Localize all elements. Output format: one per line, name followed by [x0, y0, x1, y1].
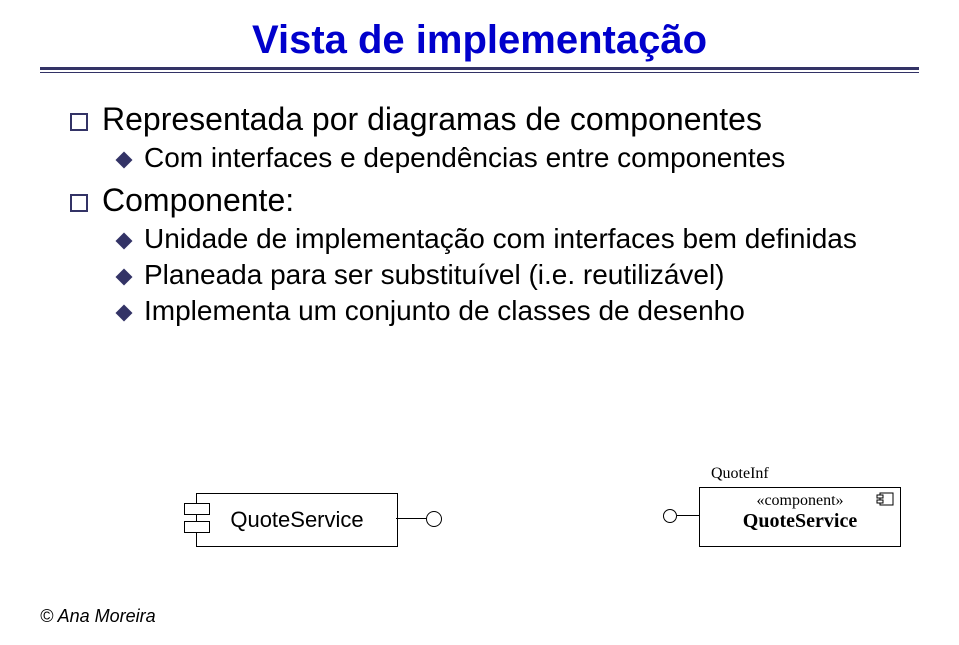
component-lug-icon — [184, 503, 210, 515]
square-bullet-icon — [70, 194, 88, 212]
diamond-bullet-icon — [116, 305, 133, 322]
footer-author: © Ana Moreira — [40, 606, 156, 627]
component-name: QuoteService — [230, 507, 363, 533]
interface-line — [396, 518, 426, 519]
bullet-level1: Representada por diagramas de componente… — [70, 101, 899, 138]
component-box: «component» QuoteService — [699, 487, 901, 547]
component-icon — [876, 492, 894, 506]
bullet-text: Planeada para ser substituível (i.e. reu… — [144, 259, 725, 291]
bullet-level2: Com interfaces e dependências entre comp… — [118, 142, 899, 174]
interface-line — [677, 515, 699, 516]
bullet-text: Componente: — [102, 182, 294, 219]
interface-lollipop-icon — [426, 511, 442, 527]
uml-diagrams: QuoteService QuoteInf «component» QuoteS… — [0, 455, 959, 595]
uml-component-stereotype: QuoteInf «component» QuoteService — [639, 465, 919, 565]
stereotype-label: «component» — [700, 492, 900, 510]
bullet-level2: Planeada para ser substituível (i.e. reu… — [118, 259, 899, 291]
slide: Vista de implementação Representada por … — [0, 0, 959, 327]
bullet-text: Implementa um conjunto de classes de des… — [144, 295, 745, 327]
bullet-text: Com interfaces e dependências entre comp… — [144, 142, 785, 174]
square-bullet-icon — [70, 113, 88, 131]
bullet-level1: Componente: — [70, 182, 899, 219]
component-box: QuoteService — [196, 493, 398, 547]
component-name: QuoteService — [700, 510, 900, 533]
bullet-level2: Implementa um conjunto de classes de des… — [118, 295, 899, 327]
slide-title: Vista de implementação — [40, 18, 919, 63]
bullet-text: Representada por diagramas de componente… — [102, 101, 762, 138]
bullet-level2: Unidade de implementação com interfaces … — [118, 223, 899, 255]
slide-content: Representada por diagramas de componente… — [40, 73, 919, 327]
uml-component-classic: QuoteService — [170, 485, 470, 565]
bullet-text: Unidade de implementação com interfaces … — [144, 223, 857, 255]
interface-lollipop-icon — [663, 509, 677, 523]
diamond-bullet-icon — [116, 269, 133, 286]
diamond-bullet-icon — [116, 152, 133, 169]
component-lug-icon — [184, 521, 210, 533]
interface-label: QuoteInf — [711, 465, 769, 483]
diamond-bullet-icon — [116, 233, 133, 250]
